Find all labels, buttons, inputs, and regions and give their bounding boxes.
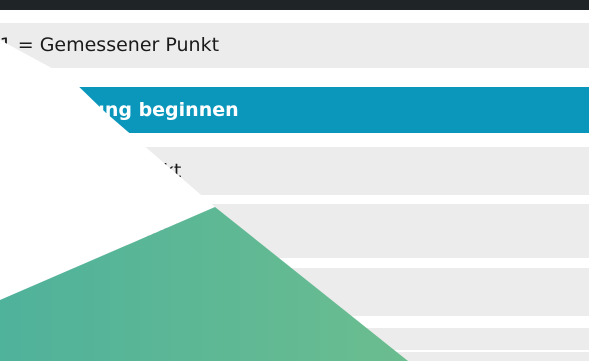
list-item[interactable] [0, 328, 589, 361]
list-item-selected[interactable]: Ausrichtung beginnen [0, 87, 589, 133]
list-item-label: T1 = Gemessener Punkt [0, 34, 220, 56]
list-item-label: Ausrichtung beginnen [2, 98, 239, 121]
bottom-divider [0, 350, 589, 352]
list-item-label: Gemessener Punkt [2, 159, 182, 182]
screen: T1 = Gemessener Punkt Ausrichtung beginn… [0, 0, 589, 361]
window-top-bar [0, 0, 589, 10]
list-item[interactable] [0, 268, 589, 316]
list-item-label: Gemessener Punkt [2, 219, 182, 242]
list-item[interactable]: Gemessener Punkt [0, 204, 589, 258]
step-list: T1 = Gemessener Punkt Ausrichtung beginn… [0, 10, 589, 361]
list-item[interactable]: T1 = Gemessener Punkt [0, 23, 589, 68]
list-item[interactable]: Gemessener Punkt [0, 147, 589, 195]
